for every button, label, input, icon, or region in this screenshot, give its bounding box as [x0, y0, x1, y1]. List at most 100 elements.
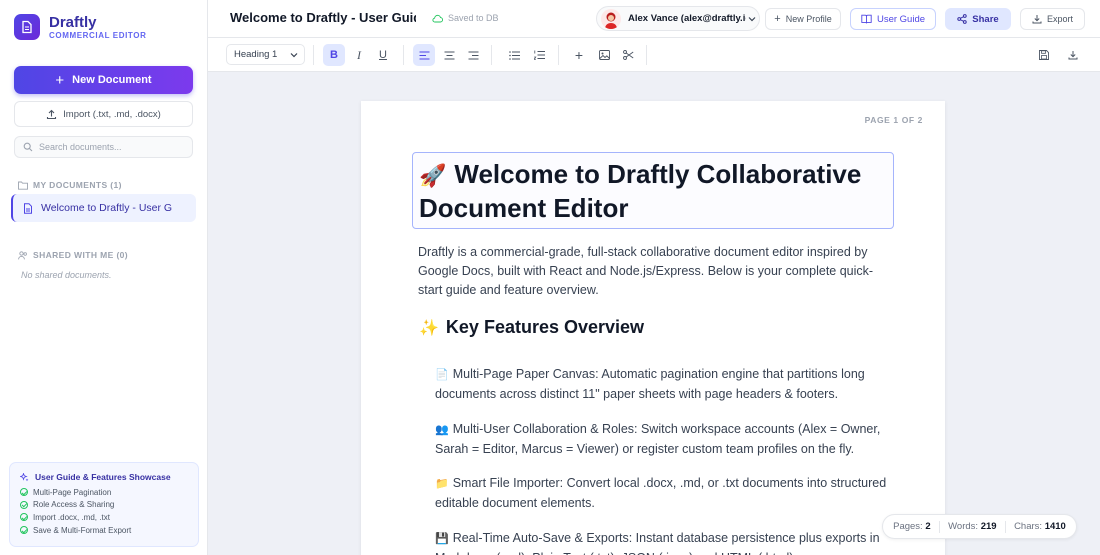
document-icon — [24, 202, 32, 214]
check-circle-icon — [20, 526, 28, 535]
pages-stat-value: 2 — [925, 521, 931, 532]
check-circle-icon — [20, 500, 28, 509]
download-icon — [1032, 15, 1042, 24]
cut-button[interactable] — [617, 44, 639, 66]
chars-stat-value: 1410 — [1044, 521, 1066, 532]
page-indicator: PAGE 1 OF 2 — [864, 115, 923, 125]
feature-text: Multi-Page Paper Canvas: Automatic pagin… — [435, 367, 865, 401]
section-heading-text: Key Features Overview — [445, 317, 645, 337]
search-input[interactable] — [39, 142, 179, 152]
shared-header: SHARED WITH ME (0) — [18, 250, 128, 260]
new-profile-button[interactable]: + New Profile — [765, 8, 841, 30]
block-style-select[interactable]: Heading 1 — [226, 44, 305, 65]
export-button[interactable]: Export — [1020, 8, 1085, 30]
plus-icon: + — [774, 13, 781, 25]
toolbar-divider — [646, 45, 647, 65]
image-icon — [598, 50, 610, 60]
feature-item[interactable]: 📄 Multi-Page Paper Canvas: Automatic pagi… — [435, 365, 889, 404]
align-center-icon — [444, 51, 454, 59]
new-document-button[interactable]: + New Document — [14, 66, 193, 94]
book-icon — [861, 14, 872, 24]
numbered-list-icon — [533, 50, 545, 60]
align-left-icon — [419, 51, 429, 59]
align-right-icon — [468, 51, 478, 59]
insert-image-button[interactable] — [593, 44, 615, 66]
plus-icon: + — [55, 71, 65, 89]
document-title-input[interactable] — [230, 10, 416, 25]
heading-block[interactable]: 🚀 Welcome to Draftly Collaborative Docume… — [412, 152, 894, 229]
share-icon — [957, 14, 967, 24]
current-user: Alex Vance (alex@draftly.io) — [628, 13, 746, 24]
share-button[interactable]: Share — [945, 8, 1011, 30]
words-stat: Words: 219 — [948, 521, 996, 532]
guide-item-label: Import .docx, .md, .txt — [33, 512, 110, 522]
intro-paragraph[interactable]: Draftly is a commercial-grade, full-stac… — [418, 243, 888, 300]
guide-item: Multi-Page Pagination — [20, 486, 188, 499]
import-button[interactable]: Import (.txt, .md, .docx) — [14, 101, 193, 127]
numbered-list-button[interactable] — [528, 44, 550, 66]
document-page[interactable]: PAGE 1 OF 2 🚀 Welcome to Draftly Collabor… — [361, 101, 945, 555]
sidebar-document-item[interactable]: Welcome to Draftly - User G — [11, 194, 196, 222]
bullet-list-button[interactable] — [503, 44, 525, 66]
stats-divider — [938, 520, 940, 533]
italic-icon: I — [357, 47, 361, 62]
guide-showcase[interactable]: User Guide & Features Showcase Multi-Pag… — [9, 462, 199, 547]
check-circle-icon — [20, 513, 28, 522]
upload-icon — [47, 109, 57, 119]
download-button[interactable] — [1062, 44, 1084, 66]
sparkles-icon — [20, 472, 29, 481]
user-switcher[interactable]: Alex Vance (alex@draftly.io) — [596, 6, 760, 31]
feature-text: Real-Time Auto-Save & Exports: Instant d… — [435, 531, 880, 555]
chevron-down-icon — [290, 52, 298, 57]
chevron-down-icon — [748, 16, 756, 21]
my-documents-header: MY DOCUMENTS (1) — [18, 180, 122, 190]
toolbar-divider — [491, 45, 492, 65]
export-label: Export — [1046, 14, 1073, 24]
new-profile-label: New Profile — [785, 14, 832, 24]
floppy-disk-icon: 💾 — [435, 533, 449, 545]
check-circle-icon — [20, 488, 28, 497]
feature-text: Multi-User Collaboration & Roles: Switch… — [435, 422, 881, 456]
folder-icon: 📁 — [435, 478, 449, 490]
insert-button[interactable]: + — [568, 44, 590, 66]
underline-button[interactable]: U — [372, 44, 394, 66]
words-stat-label: Words: — [948, 521, 979, 532]
new-document-label: New Document — [72, 74, 152, 86]
toolbar-divider — [558, 45, 559, 65]
chars-stat: Chars: 1410 — [1014, 521, 1066, 532]
guide-item: Import .docx, .md, .txt — [20, 511, 188, 524]
guide-title-row: User Guide & Features Showcase — [20, 472, 188, 482]
document-stats: Pages: 2 Words: 219 Chars: 1410 — [882, 514, 1077, 539]
sparkles-icon: ✨ — [419, 320, 439, 337]
align-right-button[interactable] — [462, 44, 484, 66]
words-stat-value: 219 — [980, 521, 997, 532]
block-style-value: Heading 1 — [234, 49, 278, 60]
italic-button[interactable]: I — [348, 44, 370, 66]
save-button[interactable] — [1033, 44, 1055, 66]
import-label: Import (.txt, .md, .docx) — [63, 108, 161, 120]
align-left-button[interactable] — [413, 44, 435, 66]
cloud-check-icon — [432, 14, 443, 22]
align-center-button[interactable] — [438, 44, 460, 66]
guide-item: Role Access & Sharing — [20, 499, 188, 512]
sidebar: Draftly COMMERCIAL EDITOR + New Document… — [0, 0, 208, 555]
feature-item[interactable]: 📁 Smart File Importer: Convert local .doc… — [435, 474, 889, 513]
brand[interactable]: Draftly COMMERCIAL EDITOR — [14, 14, 146, 40]
bold-button[interactable]: B — [323, 44, 345, 66]
shared-label: SHARED WITH ME (0) — [33, 250, 129, 260]
search-icon — [23, 142, 33, 152]
chars-stat-label: Chars: — [1014, 521, 1043, 532]
section-heading[interactable]: ✨ Key Features Overview — [419, 317, 644, 338]
user-guide-button[interactable]: User Guide — [850, 8, 936, 30]
document-heading[interactable]: 🚀 Welcome to Draftly Collaborative Docume… — [419, 158, 887, 224]
document-title: Welcome to Draftly - User G — [41, 202, 173, 214]
page-icon: 📄 — [435, 369, 449, 381]
feature-item[interactable]: 💾 Real-Time Auto-Save & Exports: Instant … — [435, 529, 889, 555]
bold-icon: B — [330, 49, 338, 61]
feature-text: Smart File Importer: Convert local .docx… — [435, 476, 887, 510]
save-status-text: Saved to DB — [448, 13, 499, 23]
brand-subtitle: COMMERCIAL EDITOR — [49, 31, 147, 40]
document-logo-icon — [14, 14, 40, 40]
guide-item-label: Role Access & Sharing — [33, 500, 115, 510]
feature-item[interactable]: 👥 Multi-User Collaboration & Roles: Switc… — [435, 420, 889, 459]
